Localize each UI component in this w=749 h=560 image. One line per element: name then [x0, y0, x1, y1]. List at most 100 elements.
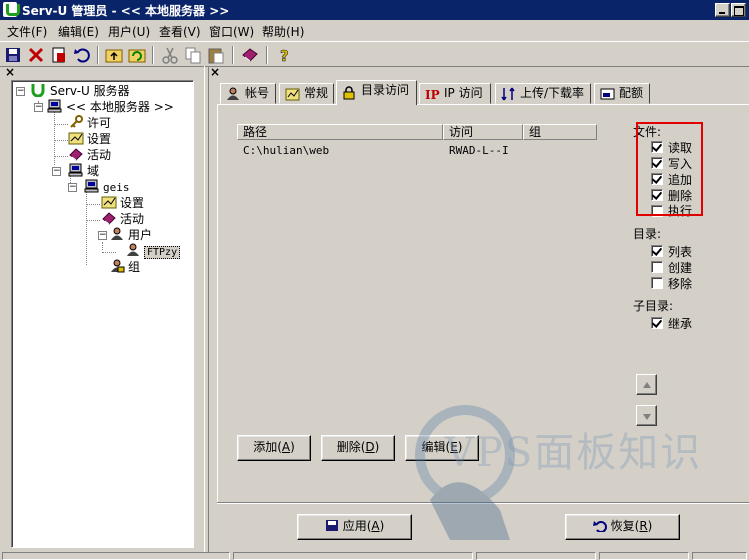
maximize-button[interactable]	[731, 3, 746, 17]
tree-node-activity[interactable]: 活动	[68, 147, 111, 163]
tab-general[interactable]: 常规	[279, 83, 334, 104]
tree-node-domains[interactable]: 域	[68, 163, 99, 179]
help-icon[interactable]: ?	[274, 45, 294, 66]
window-title: Serv-U 管理员 - << 本地服务器 >>	[22, 4, 230, 18]
properties-icon[interactable]	[49, 45, 69, 65]
column-header-path[interactable]: 路径	[237, 124, 443, 140]
tree-label-selected: FTPzy	[144, 246, 181, 259]
menu-bar: 文件(F) 编辑(E) 用户(U) 查看(V) 窗口(W) 帮助(H)	[0, 20, 749, 40]
tab-label: 帐号	[245, 86, 270, 100]
expander-users[interactable]: −	[98, 231, 107, 240]
tree-node-users[interactable]: 用户	[109, 227, 152, 243]
checkbox-label: 创建	[668, 261, 693, 275]
tab-transfer-rate[interactable]: 上传/下载率	[495, 83, 591, 104]
column-header-access[interactable]: 访问	[443, 124, 523, 140]
tree-node-license[interactable]: 许可	[68, 115, 111, 131]
tree-node-settings[interactable]: 设置	[68, 131, 111, 147]
checkbox-subdir-inherit[interactable]	[651, 317, 663, 329]
menu-window[interactable]: 窗口(W)	[209, 23, 254, 40]
toolbar: ?	[0, 41, 749, 67]
delete-icon[interactable]	[26, 45, 46, 65]
tree-label: 活动	[120, 212, 145, 226]
tree-label: << 本地服务器 >>	[66, 100, 174, 114]
account-icon	[226, 87, 241, 101]
computer-icon	[47, 99, 63, 113]
add-button[interactable]: 添加(A)	[237, 435, 311, 461]
checkbox-dir-list[interactable]	[651, 245, 663, 257]
tree-label: Serv-U 服务器	[50, 84, 130, 98]
folder-up-icon[interactable]	[104, 45, 124, 65]
minimize-button[interactable]	[715, 3, 730, 17]
paste-icon[interactable]	[206, 45, 226, 65]
status-cell	[233, 552, 473, 560]
menu-edit[interactable]: 编辑(E)	[58, 23, 99, 40]
transfer-rate-icon	[501, 87, 516, 101]
checkbox-dir-remove[interactable]	[651, 277, 663, 289]
tree-node-domain-geis[interactable]: geis	[84, 179, 130, 195]
save-icon[interactable]	[3, 45, 23, 65]
apply-button[interactable]: 应用(A)	[297, 514, 412, 540]
tree-label: 用户	[128, 228, 153, 242]
settings-icon	[68, 131, 84, 145]
tab-account[interactable]: 帐号	[220, 83, 276, 104]
pane-splitter[interactable]	[204, 66, 209, 552]
checkbox-label: 移除	[668, 277, 693, 291]
undo-icon[interactable]	[72, 45, 92, 65]
ip-icon: IP	[425, 87, 440, 102]
lock-icon	[342, 86, 357, 100]
quota-icon	[600, 87, 615, 101]
tab-quota[interactable]: 配额	[594, 83, 650, 104]
button-label: 应用(A)	[342, 519, 385, 533]
detail-close-icon[interactable]: ×	[210, 65, 220, 79]
tree-label: 组	[128, 260, 141, 274]
menu-file[interactable]: 文件(F)	[7, 23, 47, 40]
tree-label: 设置	[87, 132, 112, 146]
menu-help[interactable]: 帮助(H)	[262, 23, 304, 40]
undo-icon	[592, 521, 607, 533]
expander-server[interactable]: −	[34, 103, 43, 112]
tree-node-domain-settings[interactable]: 设置	[101, 195, 144, 211]
menu-view[interactable]: 查看(V)	[159, 23, 201, 40]
dirs-group-label: 目录:	[633, 227, 662, 241]
tab-label: 常规	[304, 86, 329, 100]
expander-domains[interactable]: −	[52, 167, 61, 176]
tree-node-local-server[interactable]: << 本地服务器 >>	[47, 99, 174, 115]
button-label: 恢复(R)	[610, 519, 653, 533]
status-bar	[0, 552, 749, 560]
arrow-up-icon	[643, 382, 651, 388]
users-icon	[109, 227, 125, 241]
tab-label: 目录访问	[361, 83, 410, 97]
tab-ip-access[interactable]: IP IP 访问	[419, 83, 491, 104]
tree-node-user-ftpzy[interactable]: FTPzy	[125, 243, 181, 259]
key-icon	[68, 115, 84, 129]
svg-text:IP: IP	[425, 88, 440, 101]
tab-directory-access[interactable]: 目录访问	[336, 80, 417, 105]
column-header-group[interactable]: 组	[523, 124, 597, 140]
tree-close-icon[interactable]: ×	[5, 65, 15, 79]
delete-button[interactable]: 删除(D)	[321, 435, 395, 461]
refresh-folder-icon[interactable]	[127, 45, 147, 65]
tab-label: 上传/下载率	[520, 86, 585, 100]
status-cell	[599, 552, 689, 560]
menu-user[interactable]: 用户(U)	[108, 23, 150, 40]
book-icon[interactable]	[240, 45, 260, 65]
expander-root[interactable]: −	[16, 87, 25, 96]
checkbox-label: 继承	[668, 317, 693, 331]
cut-icon[interactable]	[160, 45, 180, 65]
tree-node-groups[interactable]: 组	[109, 259, 140, 275]
status-cell	[476, 552, 596, 560]
tree-node-domain-activity[interactable]: 活动	[101, 211, 144, 227]
tree-node-serv-u[interactable]: Serv-U 服务器	[31, 83, 130, 99]
user-icon	[125, 243, 141, 257]
title-bar: Serv-U 管理员 - << 本地服务器 >>	[0, 0, 749, 20]
cell-access: RWAD-L--I	[449, 144, 509, 157]
restore-button[interactable]: 恢复(R)	[565, 514, 680, 540]
copy-icon[interactable]	[183, 45, 203, 65]
status-cell	[2, 552, 230, 560]
tree-label: 设置	[120, 196, 145, 210]
expander-domain[interactable]: −	[68, 183, 77, 192]
button-label: 删除(D)	[336, 440, 380, 454]
directory-list[interactable]: 路径 访问 组 C:\hulian\web RWAD-L--I	[237, 124, 627, 430]
move-up-button[interactable]	[636, 374, 657, 395]
checkbox-dir-create[interactable]	[651, 261, 663, 273]
